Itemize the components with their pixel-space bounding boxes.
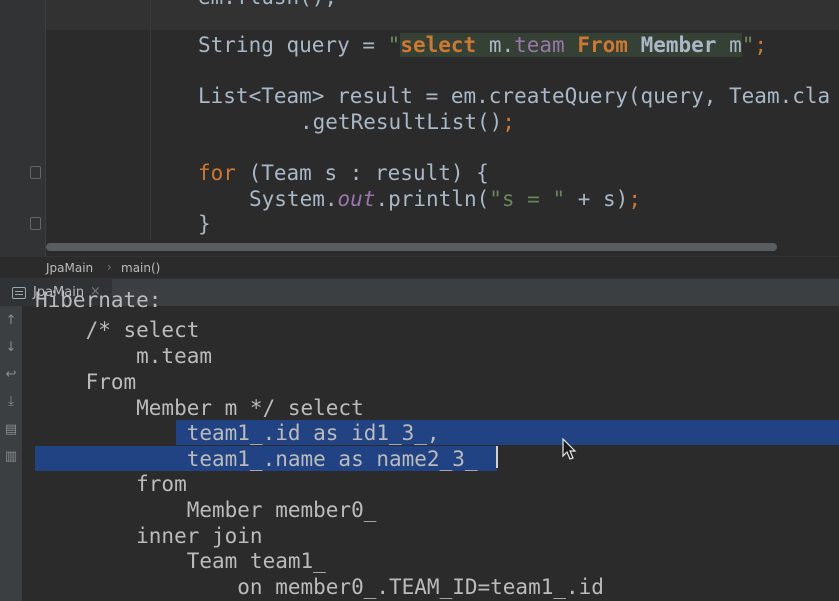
- horizontal-scrollbar[interactable]: [46, 243, 777, 251]
- console-line: Team team1_: [35, 549, 326, 573]
- code-line-flush: em.flush();: [198, 0, 337, 10]
- down-arrow-icon[interactable]: ↓: [0, 337, 22, 359]
- console-line: Hibernate:: [35, 288, 162, 312]
- mouse-pointer-icon: [562, 438, 577, 460]
- code-line-getresultlist: .getResultList();: [300, 110, 515, 134]
- code-line-query: String query = "select m.team From Membe…: [198, 33, 768, 57]
- soft-wrap-icon[interactable]: ↩: [0, 364, 22, 386]
- up-arrow-icon[interactable]: ↑: [0, 310, 22, 332]
- current-line-highlight: [46, 0, 839, 30]
- console-line-selected: team1_.id as id1_3_,: [35, 421, 440, 445]
- fold-marker-icon[interactable]: [30, 166, 41, 179]
- trash-icon[interactable]: ▥: [0, 446, 22, 468]
- breadcrumb-separator: ›: [107, 260, 112, 274]
- breadcrumb: JpaMain › main(): [0, 256, 839, 278]
- indent-guide: [150, 0, 151, 240]
- code-line-println: System.out.println("s = " + s);: [249, 187, 641, 211]
- code-editor[interactable]: em.flush(); String query = "select m.tea…: [0, 0, 839, 256]
- breadcrumb-class[interactable]: JpaMain: [46, 261, 93, 275]
- console-toolbar: ↑ ↓ ↩ ⤓ ▤ ▥: [0, 306, 22, 601]
- console-line: Member m */ select: [35, 396, 364, 420]
- console-line-selected: team1_.name as name2_3_: [35, 447, 478, 471]
- console-line: m.team: [35, 344, 213, 368]
- fold-marker-icon[interactable]: [30, 217, 41, 230]
- console-line: from: [35, 472, 187, 496]
- console-line: From: [35, 370, 137, 394]
- console-line: inner join: [35, 524, 263, 548]
- code-line-for: for (Team s : result) {: [198, 161, 489, 185]
- console-line: on member0_.TEAM_ID=team1_.id: [35, 575, 604, 599]
- console-line: /* select: [35, 318, 200, 342]
- console-line: Member member0_: [35, 498, 377, 522]
- breadcrumb-method[interactable]: main(): [121, 261, 160, 275]
- code-line-close-brace: }: [198, 212, 211, 236]
- gutter-divider: [45, 0, 46, 256]
- scroll-to-end-icon[interactable]: ⤓: [0, 391, 22, 413]
- print-icon[interactable]: ▤: [0, 419, 22, 441]
- text-caret: [496, 446, 498, 468]
- code-line-list: List<Team> result = em.createQuery(query…: [198, 84, 831, 108]
- console-icon: [12, 287, 26, 299]
